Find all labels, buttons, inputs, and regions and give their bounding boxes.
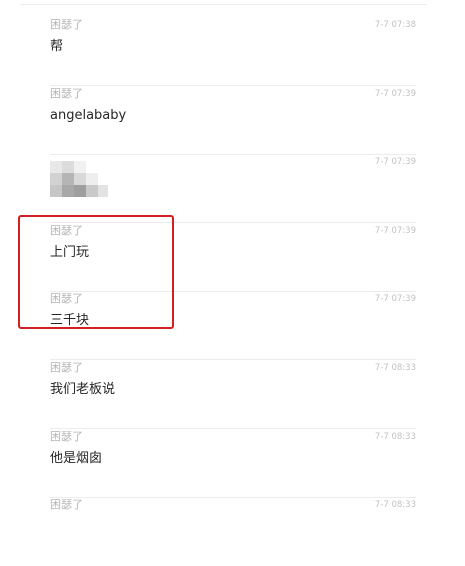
message-time: 7-7 07:39 [374,226,416,236]
pixelated-image[interactable] [50,161,108,203]
sender-name: 困瑟了 [50,18,83,31]
message-item[interactable]: 困瑟了 7-7 08:33 我们老板说 [50,361,416,429]
message-text: 帮 [50,39,64,54]
message-text: angelababy [50,108,127,123]
message-item[interactable]: 困瑟了 7-7 07:39 angelababy [50,87,416,155]
message-item[interactable]: 困瑟了 7-7 08:33 他是烟囱 [50,430,416,498]
message-time: 7-7 07:39 [374,89,416,99]
message-text: 我们老板说 [50,382,116,397]
message-time: 7-7 07:39 [374,294,416,304]
message-time: 7-7 07:39 [374,157,416,167]
message-item[interactable]: 困瑟了 7-7 07:38 帮 [50,18,416,86]
sender-name: 困瑟了 [50,498,83,511]
message-time: 7-7 08:33 [374,500,416,510]
message-time: 7-7 08:33 [374,363,416,373]
message-time: 7-7 08:33 [374,432,416,442]
message-item-image[interactable]: 7-7 07:39 [50,155,416,223]
message-item[interactable]: 困瑟了 7-7 08:33 [50,498,416,566]
sender-name: 困瑟了 [50,87,83,100]
message-divider [50,428,416,429]
sender-name: 困瑟了 [50,361,83,374]
sender-name: 困瑟了 [50,430,83,443]
red-highlight-box [18,215,174,329]
message-time: 7-7 07:38 [374,20,416,30]
message-divider [50,85,416,86]
message-text: 他是烟囱 [50,451,103,466]
message-divider [50,359,416,360]
